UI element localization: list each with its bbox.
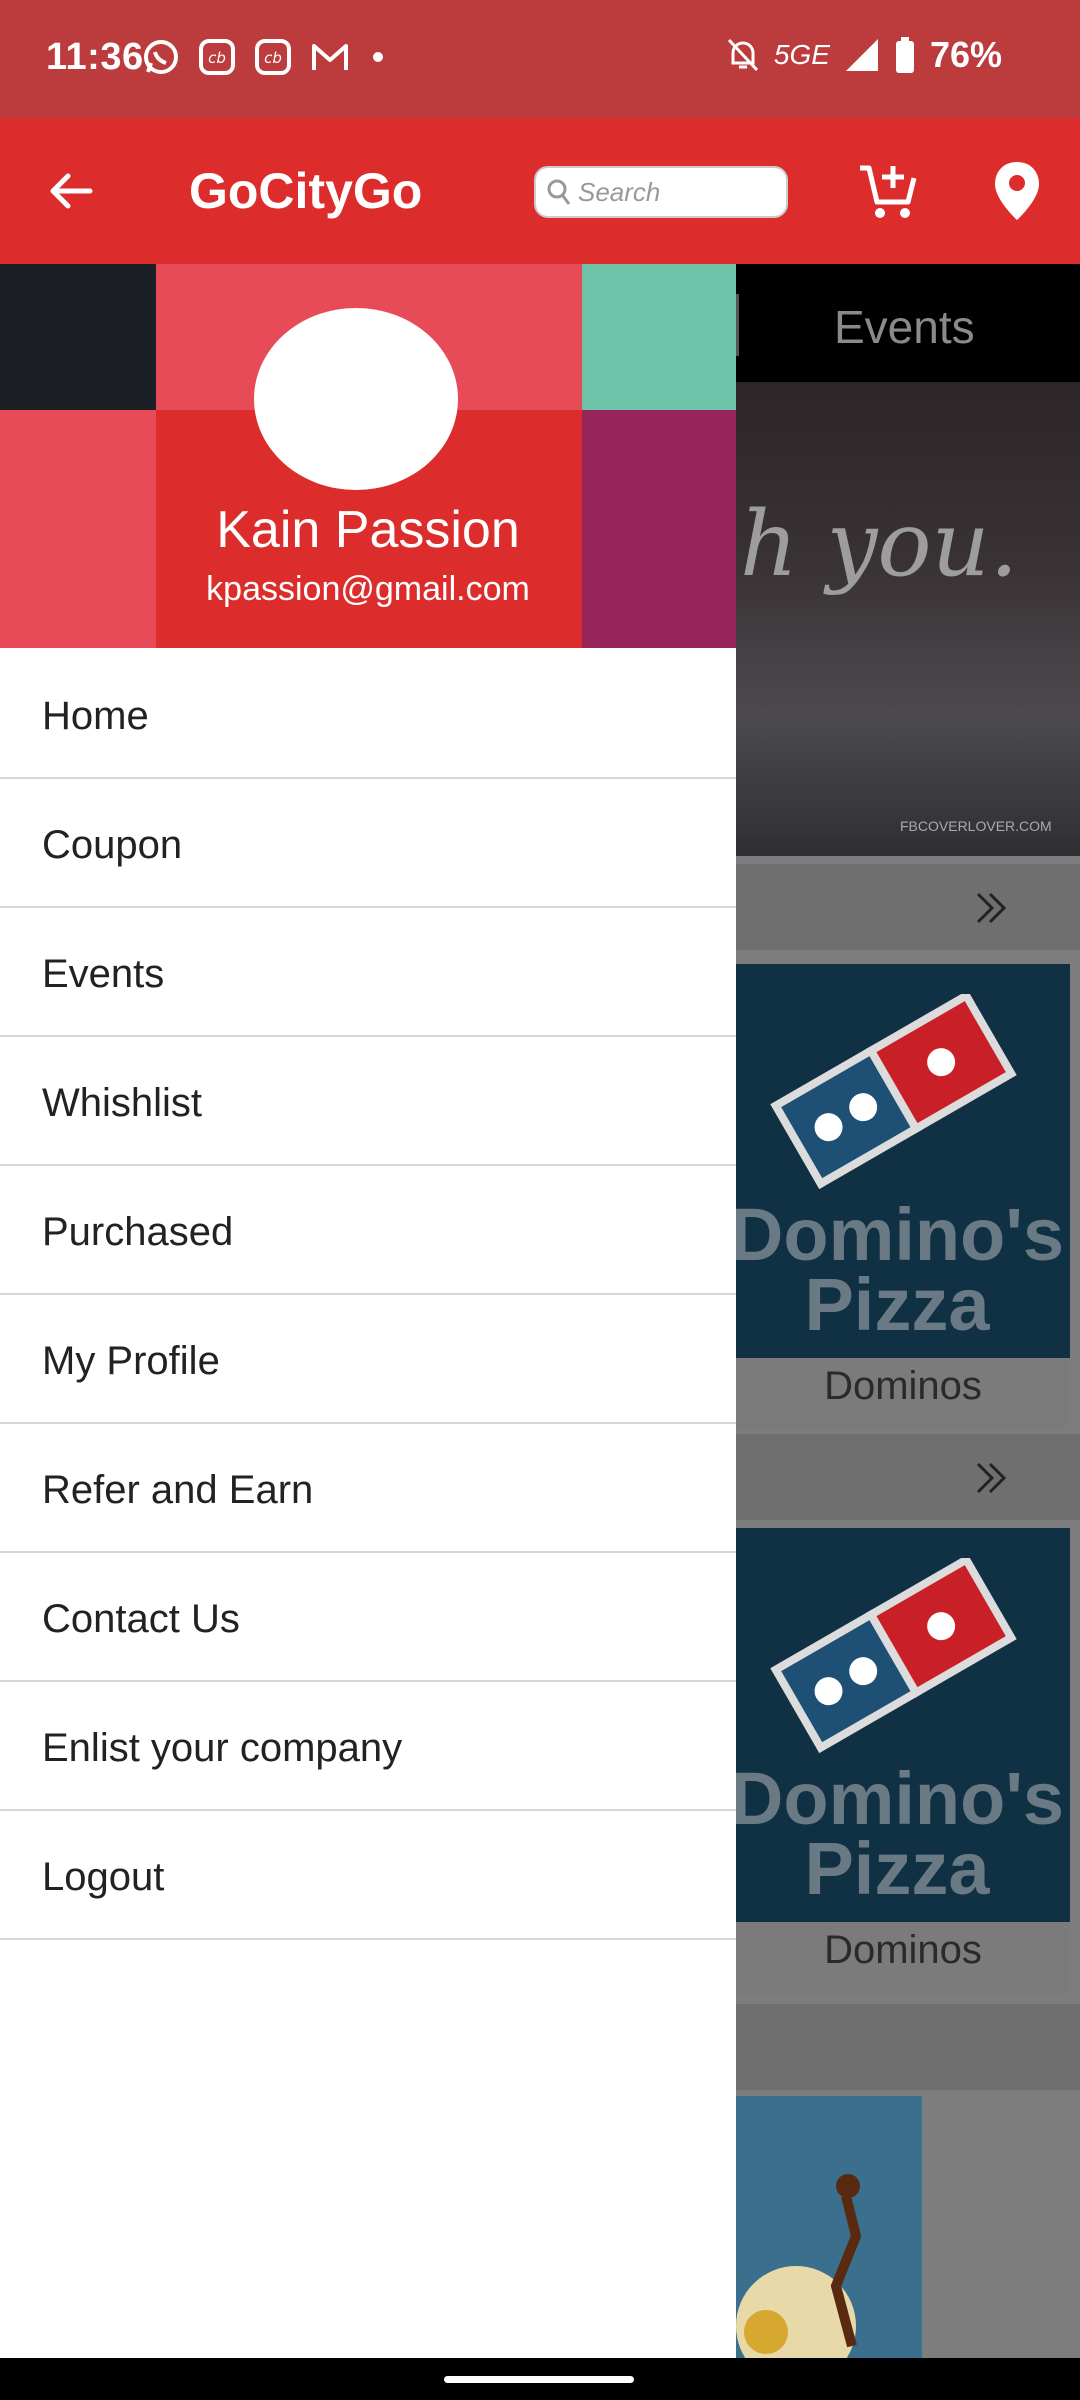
menu-item-label: Contact Us: [42, 1597, 240, 1641]
domino-tile-icon: [770, 994, 1017, 1190]
menu-item-label: Home: [42, 694, 149, 738]
dominos-brand-text: Domino's Pizza: [736, 1757, 1065, 1910]
card-title: Dominos: [824, 1364, 982, 1408]
deal-card[interactable]: Domino's Pizza Dominos: [736, 964, 1070, 1430]
dominos-logo-image: Domino's Pizza: [736, 1528, 1070, 1922]
menu-item-purchased[interactable]: Purchased: [0, 1166, 736, 1295]
drawer-menu: Home Coupon Events Whishlist Purchased M…: [0, 650, 736, 1940]
mute-bell-icon: [727, 38, 758, 72]
tab-divider: [736, 294, 739, 356]
menu-item-label: Logout: [42, 1855, 165, 1899]
menu-item-label: Refer and Earn: [42, 1468, 314, 1512]
dominos-logo-image: Domino's Pizza: [736, 964, 1070, 1358]
tab-events[interactable]: Events: [834, 300, 975, 354]
gmail-icon: [312, 44, 348, 70]
menu-item-label: Purchased: [42, 1210, 234, 1254]
svg-text:cb: cb: [264, 49, 282, 67]
search-icon: [547, 179, 571, 205]
home-gesture-handle[interactable]: [444, 2376, 634, 2383]
user-email: kpassion@gmail.com: [206, 570, 530, 608]
menu-item-label: Whishlist: [42, 1081, 203, 1125]
system-navigation-bar: [0, 2358, 1080, 2400]
banner-text: h you.: [740, 492, 1019, 597]
location-pin-icon[interactable]: [992, 160, 1042, 222]
whatsapp-icon: [144, 40, 178, 74]
cb-app-icon-2: cb: [255, 39, 291, 75]
menu-item-label: Coupon: [42, 823, 183, 867]
app-bar: GoCityGo Search: [0, 118, 1080, 264]
shopping-woman-illustration-icon: [736, 2174, 862, 2358]
cb-app-icon: cb: [199, 39, 235, 75]
svg-text:cb: cb: [208, 49, 226, 67]
promo-card-image[interactable]: [736, 2096, 922, 2358]
menu-item-home[interactable]: Home: [0, 650, 736, 779]
status-time: 11:36: [46, 36, 144, 78]
header-tile: [582, 264, 736, 410]
drawer-header: Kain Passion kpassion@gmail.com: [0, 264, 736, 648]
navigation-drawer: Kain Passion kpassion@gmail.com Home Cou…: [0, 264, 736, 2358]
network-type: 5GE: [773, 39, 830, 70]
menu-item-label: Events: [42, 952, 165, 996]
menu-item-events[interactable]: Events: [0, 908, 736, 1037]
status-bar: 11:36 cb cb 5GE 76%: [0, 0, 1080, 118]
menu-item-label: Enlist your company: [42, 1726, 403, 1770]
user-name: Kain Passion: [216, 501, 520, 559]
back-arrow-icon[interactable]: [46, 166, 96, 216]
menu-item-whishlist[interactable]: Whishlist: [0, 1037, 736, 1166]
search-input[interactable]: Search: [534, 166, 788, 218]
app-title: GoCityGo: [189, 163, 423, 219]
menu-item-enlist-company[interactable]: Enlist your company: [0, 1682, 736, 1811]
add-to-cart-icon[interactable]: [856, 160, 920, 224]
deal-card[interactable]: Domino's Pizza Dominos: [736, 1528, 1070, 1994]
battery-level: 76%: [929, 34, 1002, 75]
card-title: Dominos: [824, 1928, 982, 1972]
menu-item-contact-us[interactable]: Contact Us: [0, 1553, 736, 1682]
double-chevron-right-icon[interactable]: [972, 1458, 1012, 1498]
banner-credit: FBCOVERLOVER.COM: [900, 818, 1052, 834]
menu-item-logout[interactable]: Logout: [0, 1811, 736, 1940]
menu-item-label: My Profile: [42, 1339, 220, 1383]
more-notifications-dot-icon: [373, 52, 383, 62]
menu-item-refer-and-earn[interactable]: Refer and Earn: [0, 1424, 736, 1553]
notification-icons: cb cb: [142, 38, 388, 76]
menu-item-coupon[interactable]: Coupon: [0, 779, 736, 908]
avatar[interactable]: [254, 308, 458, 490]
search-placeholder: Search: [578, 176, 661, 207]
signal-icon: [845, 39, 878, 71]
domino-tile-icon: [770, 1558, 1017, 1754]
dominos-brand-text: Domino's Pizza: [736, 1193, 1065, 1346]
double-chevron-right-icon[interactable]: [972, 888, 1012, 928]
menu-item-my-profile[interactable]: My Profile: [0, 1295, 736, 1424]
battery-icon: [895, 37, 914, 73]
system-status: 5GE 76%: [726, 34, 1002, 76]
header-tile: [0, 264, 156, 410]
